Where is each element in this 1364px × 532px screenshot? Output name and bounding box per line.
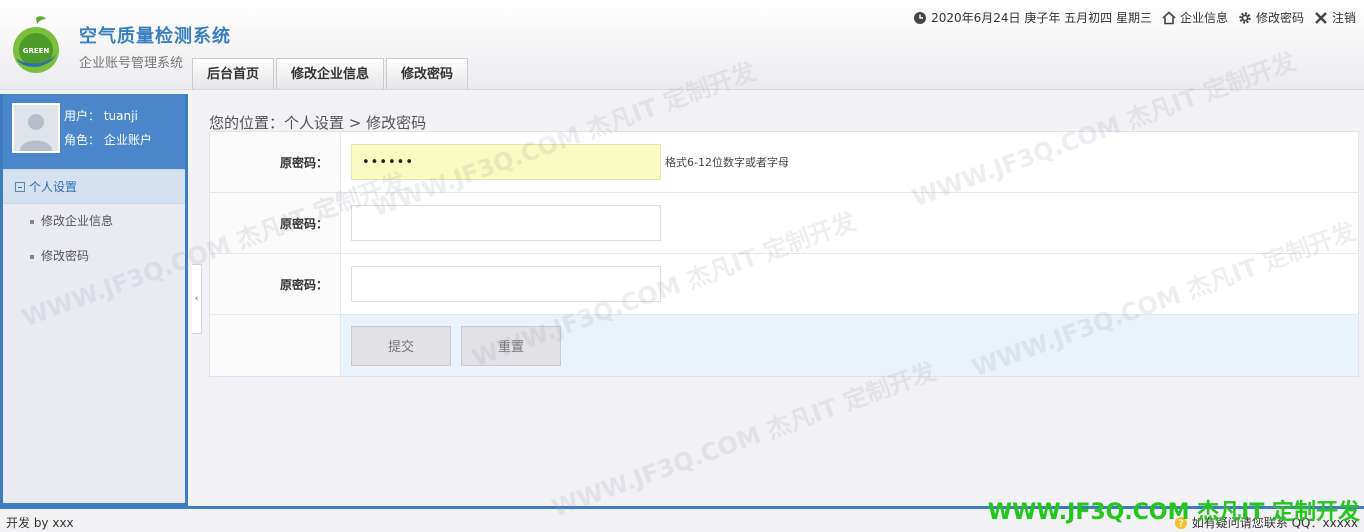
role-name: 企业账户 xyxy=(103,133,152,147)
field-cell xyxy=(341,254,1358,314)
home-icon xyxy=(1162,10,1176,24)
sidebar-item-label: 修改企业信息 xyxy=(41,214,114,228)
user-info: 用户： tuanji xyxy=(64,107,138,124)
form-row: 原密码： 格式6-12位数字或者字母 xyxy=(210,132,1358,193)
submit-button[interactable]: 提交 xyxy=(351,325,451,366)
logo-text: GREEN xyxy=(23,47,50,55)
menu-group-personal: 个人设置 修改企业信息 修改密码 xyxy=(3,169,185,274)
user-silhouette-icon xyxy=(14,105,58,151)
gear-icon xyxy=(1239,11,1251,24)
avatar xyxy=(12,103,60,153)
reset-button[interactable]: 重置 xyxy=(461,325,561,366)
change-password-link[interactable]: 修改密码 xyxy=(1238,9,1304,26)
sidebar-item-edit-company[interactable]: 修改企业信息 xyxy=(3,204,185,239)
form-row: 原密码： xyxy=(210,254,1358,315)
company-info-label: 企业信息 xyxy=(1179,11,1228,25)
menu-group-header[interactable]: 个人设置 xyxy=(3,169,185,204)
password-form: 原密码： 格式6-12位数字或者字母 原密码： 原密码： 提交 重置 xyxy=(209,131,1359,377)
footer-contact-text: 如有疑问请您联系 QQ：xxxxx xyxy=(1191,516,1358,530)
field-label: 原密码： xyxy=(210,193,341,253)
date-text: 2020年6月24日 庚子年 五月初四 星期三 xyxy=(931,11,1152,25)
system-subtitle: 企业账号管理系统 xyxy=(79,56,184,71)
topbar: 2020年6月24日 庚子年 五月初四 星期三 企业信息 修改密码 注销 xyxy=(913,9,1356,26)
nav-home-tab[interactable]: 后台首页 xyxy=(192,58,275,89)
form-row: 原密码： xyxy=(210,193,1358,254)
password-format-hint: 格式6-12位数字或者字母 xyxy=(665,156,789,169)
user-name: tuanji xyxy=(103,109,138,123)
logout-link[interactable]: 注销 xyxy=(1314,9,1356,26)
logout-label: 注销 xyxy=(1331,11,1356,25)
new-password-input[interactable] xyxy=(351,205,661,241)
form-actions-row: 提交 重置 xyxy=(210,315,1358,376)
sidebar-item-change-password[interactable]: 修改密码 xyxy=(3,239,185,274)
field-cell: 格式6-12位数字或者字母 xyxy=(341,132,1358,192)
header: GREEN 空气质量检测系统 企业账号管理系统 后台首页 修改企业信息 修改密码… xyxy=(0,0,1364,90)
logo: GREEN xyxy=(8,14,64,74)
footer-contact: ? 如有疑问请您联系 QQ：xxxxx xyxy=(1174,514,1358,531)
sidebar-item-label: 修改密码 xyxy=(41,249,90,263)
field-cell xyxy=(341,193,1358,253)
company-info-link[interactable]: 企业信息 xyxy=(1162,9,1228,26)
breadcrumb: 您的位置：个人设置 > 修改密码 xyxy=(209,114,427,132)
role-label: 角色： xyxy=(64,133,101,147)
top-nav: 后台首页 修改企业信息 修改密码 xyxy=(190,58,469,90)
date-display: 2020年6月24日 庚子年 五月初四 星期三 xyxy=(913,9,1152,26)
sidebar: 用户： tuanji 角色： 企业账户 个人设置 修改企业信息 修改密码 xyxy=(0,94,188,506)
actions-label-cell xyxy=(210,315,341,376)
system-title: 空气质量检测系统 xyxy=(79,26,231,47)
confirm-password-input[interactable] xyxy=(351,266,661,302)
field-label: 原密码： xyxy=(210,254,341,314)
clock-icon xyxy=(914,11,927,24)
nav-edit-company-tab[interactable]: 修改企业信息 xyxy=(276,58,385,89)
field-label: 原密码： xyxy=(210,132,341,192)
sidebar-collapse-handle[interactable]: ‹ xyxy=(192,264,202,334)
svg-text:?: ? xyxy=(1178,518,1183,529)
user-box: 用户： tuanji 角色： 企业账户 xyxy=(3,94,185,169)
change-password-label: 修改密码 xyxy=(1255,11,1304,25)
help-icon: ? xyxy=(1174,516,1187,529)
actions-cell: 提交 重置 xyxy=(341,315,1358,376)
footer: 开发 by xxx ? 如有疑问请您联系 QQ：xxxxx xyxy=(0,506,1364,532)
user-label: 用户： xyxy=(64,109,101,123)
collapse-arrow-icon: ‹ xyxy=(194,294,199,304)
role-info: 角色： 企业账户 xyxy=(64,131,152,148)
close-icon xyxy=(1315,11,1327,24)
menu-group-title: 个人设置 xyxy=(29,180,78,194)
old-password-input[interactable] xyxy=(351,144,661,180)
nav-change-password-tab[interactable]: 修改密码 xyxy=(386,58,469,89)
main-content: 您的位置：个人设置 > 修改密码 原密码： 格式6-12位数字或者字母 原密码：… xyxy=(193,94,1364,506)
collapse-box-icon xyxy=(15,182,25,192)
footer-credit: 开发 by xxx xyxy=(6,516,74,530)
